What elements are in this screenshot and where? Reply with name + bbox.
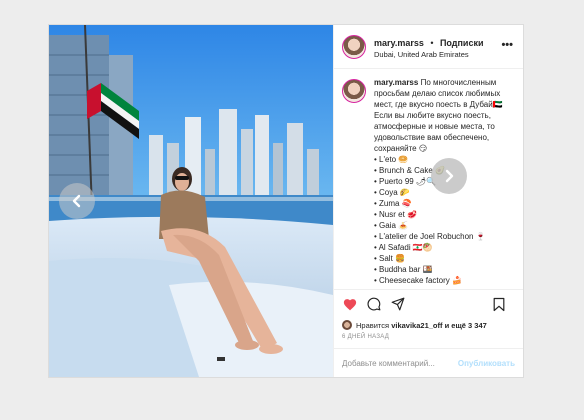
next-photo-button[interactable]	[431, 158, 467, 194]
liker-avatar[interactable]	[342, 320, 352, 330]
username-link[interactable]: mary.marss	[374, 38, 424, 48]
avatar[interactable]	[342, 34, 366, 59]
previous-photo-button[interactable]	[59, 183, 95, 219]
likes-prefix: Нравится	[356, 320, 390, 330]
action-bar	[334, 289, 523, 318]
likes-count-link[interactable]: и ещё 3 347	[445, 321, 487, 330]
following-button[interactable]: Подписки	[440, 38, 484, 48]
heart-icon	[343, 298, 357, 310]
save-button[interactable]	[491, 296, 507, 312]
publish-button[interactable]: Опубликовать	[458, 359, 515, 368]
list-item: • L'atelier de Joel Robuchon 🍷	[374, 232, 486, 241]
caption: mary.marss По многочисленным просьбам де…	[334, 69, 523, 289]
chevron-left-icon	[72, 194, 81, 208]
list-item: • Buddha bar 🍱	[374, 265, 433, 274]
list-item: • Nusr et 🥩	[374, 210, 417, 219]
comment-input[interactable]: Добавьте комментарий...	[342, 359, 458, 368]
post-header: mary.marss • Подписки Dubai, United Arab…	[334, 25, 523, 69]
list-item: • Salt 🍔	[374, 254, 405, 263]
like-button[interactable]	[342, 296, 358, 312]
chevron-right-icon	[445, 169, 454, 183]
likes-summary: Нравится vikavika21_off и ещё 3 347	[334, 318, 523, 332]
separator: •	[430, 37, 434, 48]
comment-button[interactable]	[366, 296, 382, 312]
comment-form: Добавьте комментарий... Опубликовать	[334, 348, 523, 377]
instagram-post: mary.marss • Подписки Dubai, United Arab…	[48, 24, 524, 378]
post-photo[interactable]	[49, 25, 333, 377]
comment-icon	[367, 297, 381, 311]
post-side-panel: mary.marss • Подписки Dubai, United Arab…	[333, 25, 523, 377]
caption-text: По многочисленным просьбам делаю список …	[374, 78, 503, 153]
list-item: • Gaia 🍝	[374, 221, 409, 230]
post-timestamp[interactable]: 6 ДНЕЙ НАЗАД	[334, 332, 523, 348]
more-options-button[interactable]: •••	[501, 39, 513, 51]
list-item: • Zuma 🍣	[374, 199, 412, 208]
caption-username-link[interactable]: mary.marss	[374, 78, 418, 87]
caption-avatar[interactable]	[342, 79, 366, 103]
list-item: • Al Safadi 🇱🇧🥙	[374, 243, 433, 252]
header-text: mary.marss • Подписки Dubai, United Arab…	[374, 33, 484, 60]
list-item: • Cheesecake factory 🍰	[374, 276, 462, 285]
bookmark-icon	[493, 297, 505, 311]
share-icon	[391, 297, 405, 311]
location-link[interactable]: Dubai, United Arab Emirates	[374, 51, 484, 60]
share-button[interactable]	[390, 296, 406, 312]
liker-username-link[interactable]: vikavika21_off	[391, 321, 442, 330]
